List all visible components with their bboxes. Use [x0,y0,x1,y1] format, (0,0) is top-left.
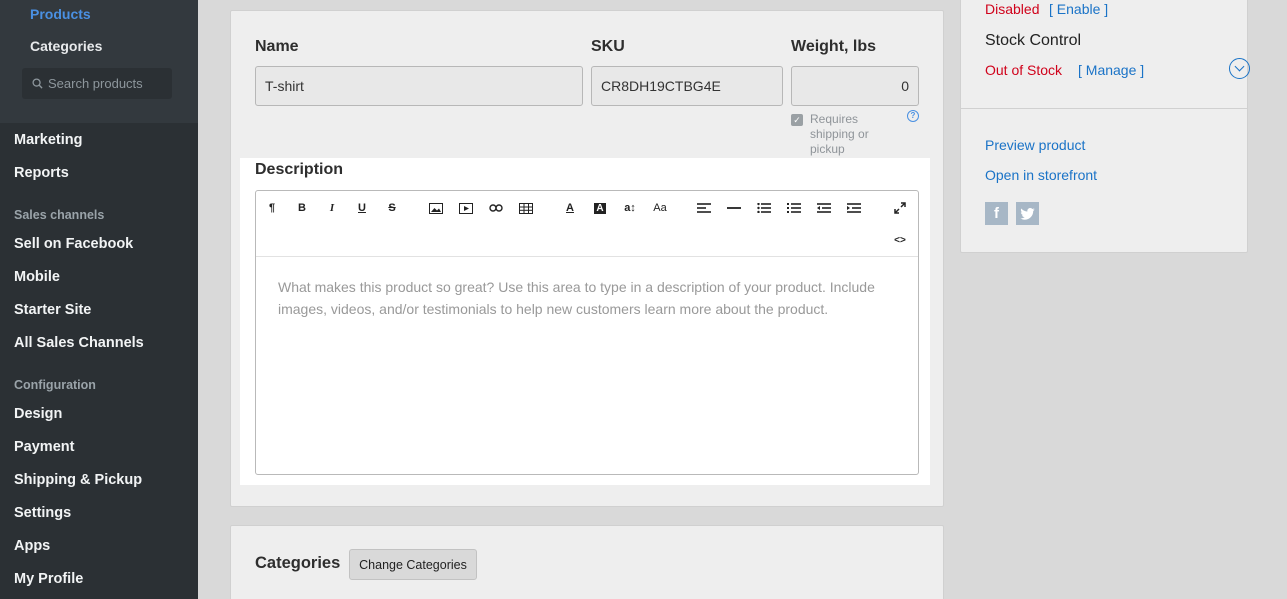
weight-label: Weight, lbs [791,38,877,55]
nav-item-all-sales-channels[interactable]: All Sales Channels [14,335,144,351]
open-storefront-link[interactable]: Open in storefront [985,167,1097,183]
nav-item-payment[interactable]: Payment [14,439,74,455]
image-icon[interactable] [427,199,445,217]
nav-item-shipping-pickup[interactable]: Shipping & Pickup [14,472,142,488]
facebook-icon[interactable]: f [985,202,1008,225]
sidebar: Products Categories Search products Mark… [0,0,198,599]
indent-icon[interactable] [845,199,863,217]
nav-item-apps[interactable]: Apps [14,538,50,554]
fullscreen-icon[interactable] [891,199,909,217]
nav-item-marketing[interactable]: Marketing [14,132,83,148]
nav-heading-sales-channels: Sales channels [14,208,105,222]
subnav-item-categories[interactable]: Categories [30,38,102,54]
name-input[interactable]: T-shirt [255,66,583,106]
enable-link[interactable]: [ Enable ] [1049,1,1108,17]
preview-product-link[interactable]: Preview product [985,137,1085,153]
italic-icon[interactable]: I [323,199,341,217]
status-text: Disabled [985,1,1040,17]
sku-label: SKU [591,38,625,55]
search-placeholder: Search products [48,76,143,91]
font-family-icon[interactable]: Aa [651,199,669,217]
nav-item-mobile[interactable]: Mobile [14,269,60,285]
divider [961,108,1247,109]
nav-item-reports[interactable]: Reports [14,165,69,181]
nav-item-design[interactable]: Design [14,406,62,422]
subnav-item-products[interactable]: Products [30,6,91,22]
twitter-icon[interactable] [1016,202,1039,225]
nav-heading-configuration: Configuration [14,378,96,392]
nav-item-settings[interactable]: Settings [14,505,71,521]
sku-input[interactable]: CR8DH19CTBG4E [591,66,783,106]
underline-icon[interactable]: U [353,199,371,217]
font-color-icon[interactable]: A [561,199,579,217]
bold-icon[interactable]: B [293,199,311,217]
description-label: Description [255,161,344,178]
unordered-list-icon[interactable] [755,199,773,217]
video-icon[interactable] [457,199,475,217]
name-label: Name [255,38,299,55]
requires-shipping-label: Requires shipping or pickup [810,112,869,156]
nav-item-my-profile[interactable]: My Profile [14,571,83,587]
description-editor[interactable]: ¶ B I U S A A a↕ Aa <> What makes this p… [255,190,919,475]
table-icon[interactable] [517,199,535,217]
help-icon[interactable]: ? [907,110,919,122]
chevron-down-icon[interactable] [1229,58,1250,79]
search-products-input[interactable]: Search products [22,68,172,99]
nav-item-sell-on-facebook[interactable]: Sell on Facebook [14,236,133,252]
editor-toolbar: ¶ B I U S A A a↕ Aa <> [256,191,918,257]
description-section: Description ¶ B I U S A A a↕ Aa <> What … [240,158,930,485]
manage-link[interactable]: [ Manage ] [1078,62,1144,78]
description-placeholder: What makes this product so great? Use th… [278,279,875,317]
code-view-icon[interactable]: <> [891,231,909,249]
ordered-list-icon[interactable] [785,199,803,217]
stock-control-label: Stock Control [985,32,1082,49]
outdent-icon[interactable] [815,199,833,217]
paragraph-icon[interactable]: ¶ [263,199,281,217]
weight-input[interactable]: 0 [791,66,919,106]
align-icon[interactable] [695,199,713,217]
requires-shipping-checkbox[interactable]: ✓ [791,114,803,126]
font-size-icon[interactable]: a↕ [621,199,639,217]
horizontal-line-icon[interactable] [725,199,743,217]
nav-item-starter-site[interactable]: Starter Site [14,302,91,318]
link-icon[interactable] [487,199,505,217]
catalog-subnav: Products Categories Search products [0,0,198,123]
stock-status: Out of Stock [985,62,1063,78]
change-categories-button[interactable]: Change Categories [349,549,477,580]
highlight-icon[interactable]: A [591,199,609,217]
categories-label: Categories [255,554,341,572]
search-icon [32,78,43,89]
strikethrough-icon[interactable]: S [383,199,401,217]
